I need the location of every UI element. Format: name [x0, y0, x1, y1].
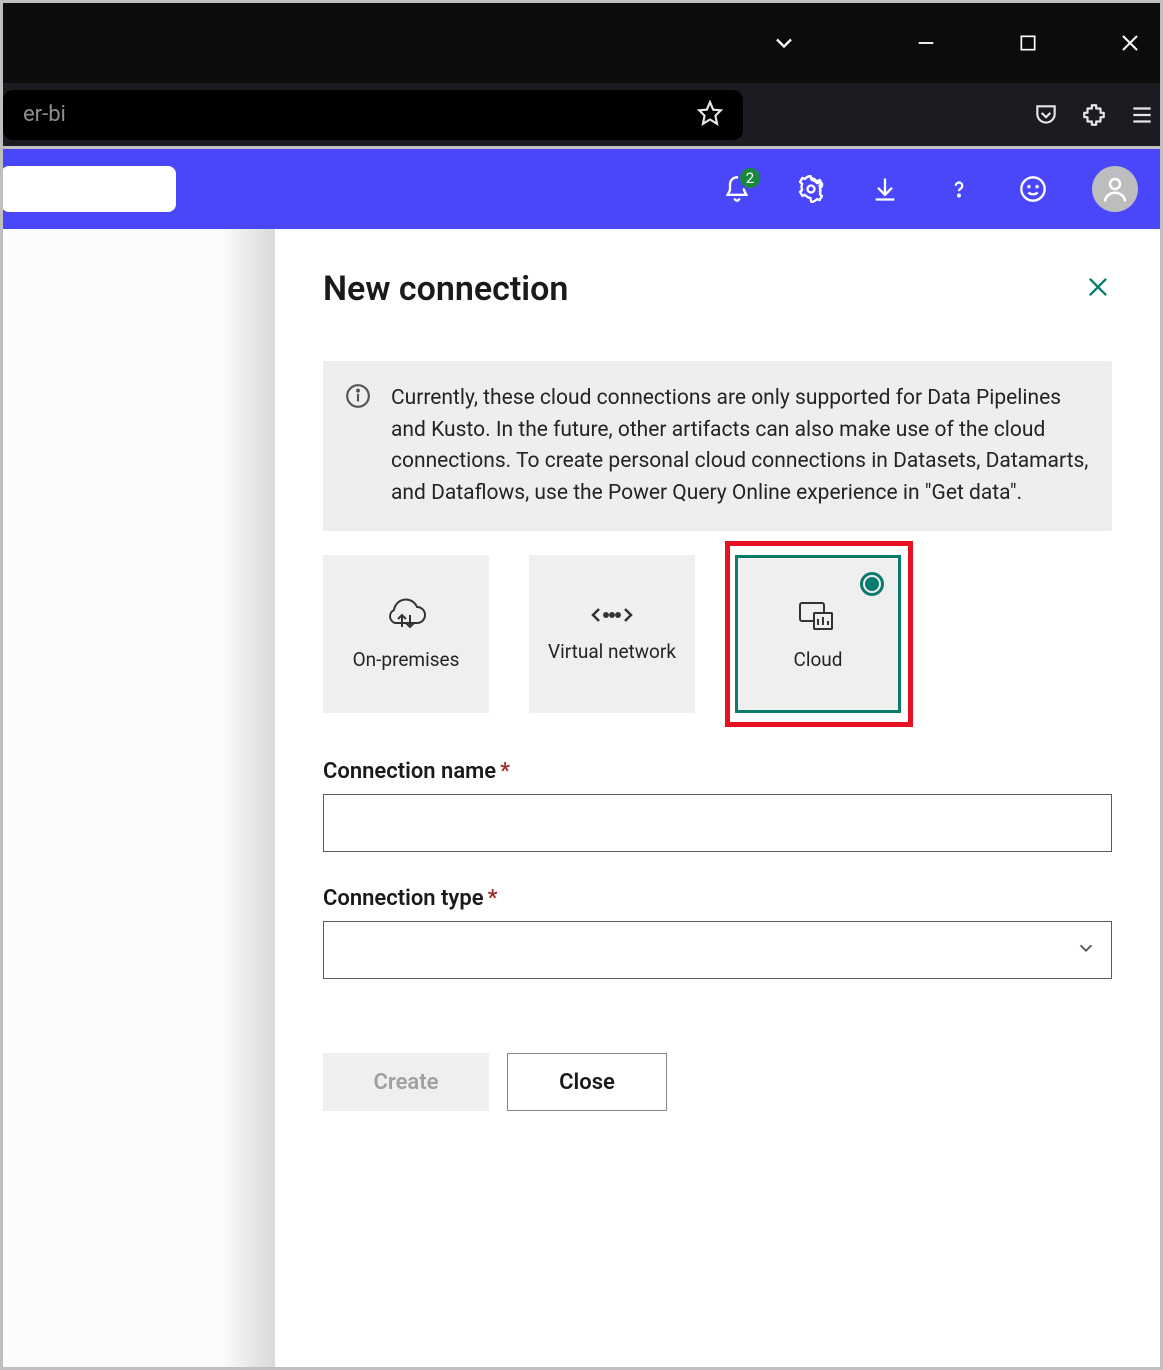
new-connection-panel: New connection Currently, these cloud co…: [275, 229, 1160, 1367]
address-bar[interactable]: er-bi: [3, 90, 743, 140]
notification-badge: 2: [738, 166, 762, 190]
cloud-data-icon: [796, 597, 840, 638]
option-cloud[interactable]: Cloud: [735, 555, 901, 713]
window-close-button[interactable]: [1112, 25, 1148, 61]
radio-selected-icon: [860, 572, 884, 596]
network-icon: [589, 605, 635, 630]
settings-gear-icon[interactable]: [796, 174, 826, 204]
browser-toolbar: er-bi: [3, 83, 1160, 149]
close-button[interactable]: Close: [507, 1053, 667, 1111]
app-header: 2: [3, 149, 1160, 229]
url-text: er-bi: [23, 102, 66, 127]
window-maximize-button[interactable]: [1010, 25, 1046, 61]
info-text: Currently, these cloud connections are o…: [391, 383, 1090, 509]
info-icon: [345, 383, 373, 509]
option-label: Virtual network: [548, 640, 676, 663]
user-avatar[interactable]: [1092, 166, 1138, 212]
info-banner: Currently, these cloud connections are o…: [323, 361, 1112, 531]
help-icon[interactable]: [944, 174, 974, 204]
option-label: Cloud: [793, 648, 842, 671]
panel-close-button[interactable]: [1084, 273, 1112, 305]
background-workspace: [3, 229, 275, 1367]
option-label: On-premises: [353, 648, 460, 671]
cloud-gateway-icon: [383, 597, 429, 638]
chevron-down-icon: [1075, 937, 1097, 964]
notifications-icon[interactable]: 2: [722, 174, 752, 204]
extensions-icon[interactable]: [1076, 97, 1112, 133]
connection-type-label: Connection type*: [323, 886, 1112, 911]
hamburger-menu-icon[interactable]: [1124, 97, 1160, 133]
bookmark-star-icon[interactable]: [697, 100, 723, 130]
create-button[interactable]: Create: [323, 1053, 489, 1111]
panel-title: New connection: [323, 269, 568, 309]
download-icon[interactable]: [870, 174, 900, 204]
feedback-smiley-icon[interactable]: [1018, 174, 1048, 204]
required-star-icon: *: [488, 886, 498, 911]
window-minimize-button[interactable]: [908, 25, 944, 61]
option-virtual-network[interactable]: Virtual network: [529, 555, 695, 713]
connection-name-label: Connection name*: [323, 759, 1112, 784]
option-on-premises[interactable]: On-premises: [323, 555, 489, 713]
chevron-down-icon[interactable]: [766, 25, 802, 61]
pocket-icon[interactable]: [1028, 97, 1064, 133]
search-box[interactable]: [1, 166, 176, 212]
required-star-icon: *: [500, 759, 510, 784]
window-titlebar: [3, 3, 1160, 83]
connection-type-select[interactable]: [323, 921, 1112, 979]
connection-name-input[interactable]: [323, 794, 1112, 852]
